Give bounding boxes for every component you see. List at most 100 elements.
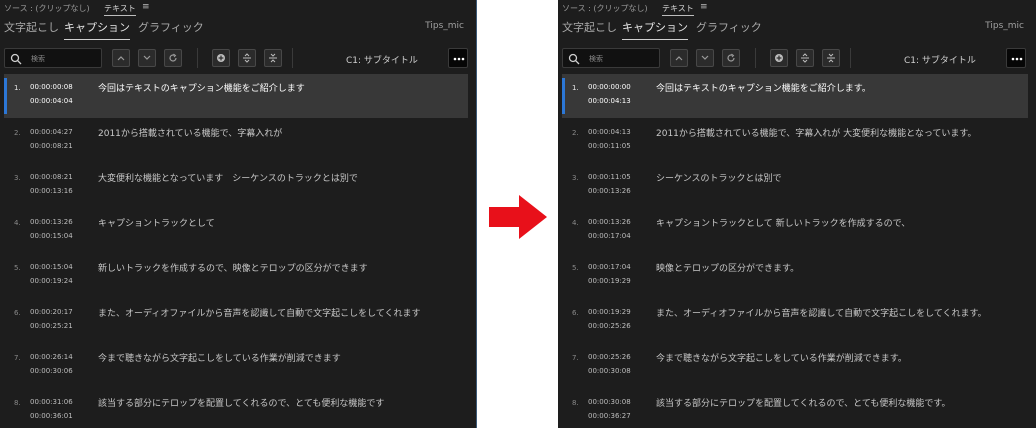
toolbar-divider <box>197 48 198 68</box>
toolbar-divider <box>292 48 293 68</box>
caption-in-time[interactable]: 00:00:13:26 <box>30 218 73 226</box>
caption-text[interactable]: キャプショントラックとして <box>98 216 215 229</box>
caption-text[interactable]: 今回はテキストのキャプション機能をご紹介します。 <box>656 81 871 94</box>
caption-row[interactable]: 3. 00:00:08:21 00:00:13:16 大変便利な機能となっていま… <box>4 164 468 208</box>
caption-row[interactable]: 8. 00:00:31:06 00:00:36:01 該当する部分にテロップを配… <box>4 389 468 428</box>
caption-track-selector[interactable]: C1: サブタイトル <box>904 53 976 66</box>
add-caption-button[interactable] <box>212 49 230 67</box>
caption-row[interactable]: 7. 00:00:25:26 00:00:30:08 今まで聴きながら文字起こし… <box>562 344 1028 388</box>
split-caption-button[interactable] <box>796 49 814 67</box>
caption-text[interactable]: 大変便利な機能となっています シーケンスのトラックとは別で <box>98 171 358 184</box>
caption-in-time[interactable]: 00:00:15:04 <box>30 263 73 271</box>
caption-text[interactable]: 今まで聴きながら文字起こしをしている作業が削減できます。 <box>656 351 907 364</box>
caption-in-time[interactable]: 00:00:31:06 <box>30 398 73 406</box>
caption-row[interactable]: 7. 00:00:26:14 00:00:30:06 今まで聴きながら文字起こし… <box>4 344 468 388</box>
caption-out-time[interactable]: 00:00:19:29 <box>588 277 631 285</box>
tab-captions[interactable]: キャプション <box>64 19 130 40</box>
add-caption-button[interactable] <box>770 49 788 67</box>
caption-text[interactable]: また、オーディオファイルから音声を認識して自動で文字起こしをしてくれます <box>98 306 421 319</box>
caption-out-time[interactable]: 00:00:36:01 <box>30 412 73 420</box>
caption-out-time[interactable]: 00:00:13:16 <box>30 187 73 195</box>
source-label: ソース : (クリップなし) <box>562 4 648 13</box>
caption-out-time[interactable]: 00:00:04:04 <box>30 97 73 105</box>
caption-in-time[interactable]: 00:00:25:26 <box>588 353 631 361</box>
caption-number: 2. <box>572 129 579 137</box>
text-panel-tab[interactable]: テキスト <box>662 3 694 16</box>
caption-track-selector[interactable]: C1: サブタイトル <box>346 53 418 66</box>
caption-row[interactable]: 8. 00:00:30:08 00:00:36:27 該当する部分にテロップを配… <box>562 389 1028 428</box>
caption-out-time[interactable]: 00:00:17:04 <box>588 232 631 240</box>
search-input[interactable]: 検索 <box>562 48 660 68</box>
caption-out-time[interactable]: 00:00:08:21 <box>30 142 73 150</box>
tab-captions[interactable]: キャプション <box>622 19 688 40</box>
caption-in-time[interactable]: 00:00:04:27 <box>30 128 73 136</box>
caption-out-time[interactable]: 00:00:36:27 <box>588 412 631 420</box>
replace-button[interactable] <box>722 49 740 67</box>
more-options-button[interactable] <box>1006 48 1026 68</box>
caption-text[interactable]: また、オーディオファイルから音声を認識して自動で文字起こしをしてくれます。 <box>656 306 987 319</box>
caption-text[interactable]: 今まで聴きながら文字起こしをしている作業が削減できます <box>98 351 341 364</box>
split-caption-button[interactable] <box>238 49 256 67</box>
caption-in-time[interactable]: 00:00:20:17 <box>30 308 73 316</box>
tab-graphics[interactable]: グラフィック <box>696 19 762 35</box>
caption-in-time[interactable]: 00:00:13:26 <box>588 218 631 226</box>
caption-in-time[interactable]: 00:00:19:29 <box>588 308 631 316</box>
caption-text[interactable]: 該当する部分にテロップを配置してくれるので、とても便利な機能です。 <box>656 396 950 409</box>
caption-row[interactable]: 6. 00:00:20:17 00:00:25:21 また、オーディオファイルか… <box>4 299 468 343</box>
caption-text[interactable]: キャプショントラックとして 新しいトラックを作成するので、 <box>656 216 910 229</box>
caption-in-time[interactable]: 00:00:08:21 <box>30 173 73 181</box>
caption-in-time[interactable]: 00:00:04:13 <box>588 128 631 136</box>
caption-text[interactable]: 映像とテロップの区分ができます。 <box>656 261 799 274</box>
caption-row[interactable]: 1. 00:00:00:00 00:00:04:13 今回はテキストのキャプショ… <box>562 74 1028 118</box>
caption-out-time[interactable]: 00:00:30:06 <box>30 367 73 375</box>
caption-in-time[interactable]: 00:00:30:08 <box>588 398 631 406</box>
caption-in-time[interactable]: 00:00:00:00 <box>588 83 631 91</box>
plus-circle-icon <box>775 54 783 62</box>
caption-out-time[interactable]: 00:00:19:24 <box>30 277 73 285</box>
caption-text[interactable]: 2011から搭載されている機能で、字幕入れが 大変便利な機能となっています。 <box>656 126 977 139</box>
replace-button[interactable] <box>164 49 182 67</box>
merge-caption-button[interactable] <box>264 49 282 67</box>
merge-icon <box>269 53 277 63</box>
caption-in-time[interactable]: 00:00:11:05 <box>588 173 631 181</box>
caption-row[interactable]: 2. 00:00:04:13 00:00:11:05 2011から搭載されている… <box>562 119 1028 163</box>
caption-out-time[interactable]: 00:00:25:26 <box>588 322 631 330</box>
tab-transcript[interactable]: 文字起こし <box>562 19 617 35</box>
previous-caption-button[interactable] <box>670 49 688 67</box>
more-options-button[interactable] <box>448 48 468 68</box>
caption-in-time[interactable]: 00:00:00:08 <box>30 83 73 91</box>
caption-row[interactable]: 4. 00:00:13:26 00:00:17:04 キャプショントラックとして… <box>562 209 1028 253</box>
panel-menu-icon[interactable]: ≡ <box>700 2 708 12</box>
caption-in-time[interactable]: 00:00:17:04 <box>588 263 631 271</box>
caption-out-time[interactable]: 00:00:13:26 <box>588 187 631 195</box>
caption-text[interactable]: シーケンスのトラックとは別で <box>656 171 782 184</box>
next-caption-button[interactable] <box>696 49 714 67</box>
caption-row[interactable]: 3. 00:00:11:05 00:00:13:26 シーケンスのトラックとは別… <box>562 164 1028 208</box>
caption-text[interactable]: 該当する部分にテロップを配置してくれるので、とても便利な機能です <box>98 396 384 409</box>
tab-transcript[interactable]: 文字起こし <box>4 19 59 35</box>
caption-out-time[interactable]: 00:00:25:21 <box>30 322 73 330</box>
text-panel-tab[interactable]: テキスト <box>104 3 136 16</box>
caption-text[interactable]: 新しいトラックを作成するので、映像とテロップの区分ができます <box>98 261 368 274</box>
caption-out-time[interactable]: 00:00:30:08 <box>588 367 631 375</box>
caption-out-time[interactable]: 00:00:04:13 <box>588 97 631 105</box>
caption-out-time[interactable]: 00:00:15:04 <box>30 232 73 240</box>
caption-in-time[interactable]: 00:00:26:14 <box>30 353 73 361</box>
caption-row[interactable]: 4. 00:00:13:26 00:00:15:04 キャプショントラックとして <box>4 209 468 253</box>
previous-caption-button[interactable] <box>112 49 130 67</box>
caption-row[interactable]: 5. 00:00:17:04 00:00:19:29 映像とテロップの区分ができ… <box>562 254 1028 298</box>
chevron-down-icon <box>143 55 151 60</box>
caption-out-time[interactable]: 00:00:11:05 <box>588 142 631 150</box>
mic-label: Tips_mic <box>985 21 1024 31</box>
caption-row[interactable]: 6. 00:00:19:29 00:00:25:26 また、オーディオファイルか… <box>562 299 1028 343</box>
panel-menu-icon[interactable]: ≡ <box>142 2 150 12</box>
caption-text[interactable]: 2011から搭載されている機能で、字幕入れが <box>98 126 282 139</box>
caption-row[interactable]: 1. 00:00:00:08 00:00:04:04 今回はテキストのキャプショ… <box>4 74 468 118</box>
search-input[interactable]: 検索 <box>4 48 102 68</box>
caption-row[interactable]: 5. 00:00:15:04 00:00:19:24 新しいトラックを作成するの… <box>4 254 468 298</box>
caption-row[interactable]: 2. 00:00:04:27 00:00:08:21 2011から搭載されている… <box>4 119 468 163</box>
next-caption-button[interactable] <box>138 49 156 67</box>
tab-graphics[interactable]: グラフィック <box>138 19 204 35</box>
caption-text[interactable]: 今回はテキストのキャプション機能をご紹介します <box>98 81 305 94</box>
merge-caption-button[interactable] <box>822 49 840 67</box>
